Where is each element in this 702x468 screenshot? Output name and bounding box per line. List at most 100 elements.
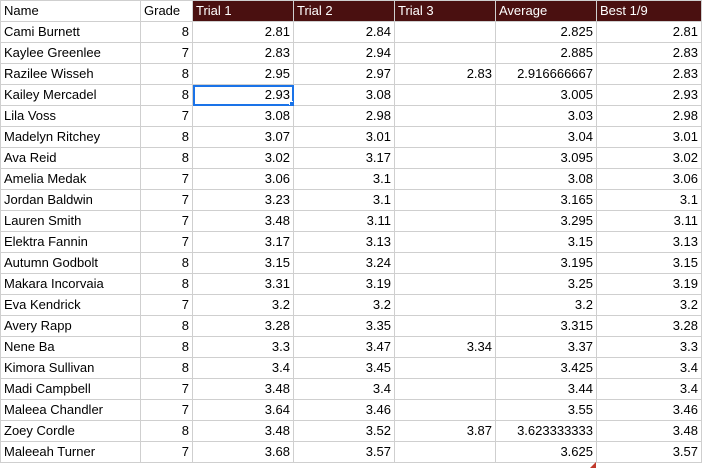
cell-trial-1[interactable]: 2.81 <box>192 21 294 43</box>
cell-trial-3[interactable] <box>394 105 496 127</box>
cell-trial-2[interactable]: 3.2 <box>293 294 395 316</box>
cell-grade[interactable]: 7 <box>140 399 193 421</box>
cell-grade[interactable]: 8 <box>140 147 193 169</box>
header-average[interactable]: Average <box>495 0 597 22</box>
cell-best[interactable]: 3.28 <box>596 315 702 337</box>
cell-name[interactable]: Cami Burnett <box>0 21 141 43</box>
cell-grade[interactable]: 8 <box>140 126 193 148</box>
cell-best[interactable]: 3.57 <box>596 441 702 463</box>
cell-trial-1[interactable]: 2.95 <box>192 63 294 85</box>
cell-trial-3[interactable] <box>394 399 496 421</box>
cell-trial-1[interactable]: 3.08 <box>192 105 294 127</box>
cell-best[interactable]: 2.83 <box>596 63 702 85</box>
cell-average[interactable]: 3.095 <box>495 147 597 169</box>
cell-average[interactable]: 3.08 <box>495 168 597 190</box>
cell-trial-1[interactable]: 3.48 <box>192 378 294 400</box>
cell-best[interactable]: 3.06 <box>596 168 702 190</box>
cell-grade[interactable]: 8 <box>140 252 193 274</box>
cell-trial-1[interactable]: 3.07 <box>192 126 294 148</box>
cell-trial-3[interactable] <box>394 21 496 43</box>
cell-name[interactable]: Eva Kendrick <box>0 294 141 316</box>
cell-trial-2[interactable]: 2.94 <box>293 42 395 64</box>
header-grade[interactable]: Grade <box>140 0 193 22</box>
cell-best[interactable]: 2.93 <box>596 84 702 106</box>
cell-grade[interactable]: 8 <box>140 336 193 358</box>
cell-trial-3[interactable] <box>394 441 496 463</box>
cell-name[interactable]: Jordan Baldwin <box>0 189 141 211</box>
cell-average[interactable]: 3.005 <box>495 84 597 106</box>
cell-name[interactable]: Maleeah Turner <box>0 441 141 463</box>
cell-average[interactable]: 3.04 <box>495 126 597 148</box>
cell-trial-1[interactable]: 3.28 <box>192 315 294 337</box>
cell-trial-3[interactable] <box>394 147 496 169</box>
cell-grade[interactable]: 7 <box>140 168 193 190</box>
cell-trial-1[interactable]: 3.48 <box>192 210 294 232</box>
cell-average[interactable]: 3.2 <box>495 294 597 316</box>
cell-trial-2[interactable]: 2.84 <box>293 21 395 43</box>
cell-trial-2[interactable]: 3.47 <box>293 336 395 358</box>
cell-average[interactable]: 3.44 <box>495 378 597 400</box>
cell-best[interactable]: 3.46 <box>596 399 702 421</box>
cell-trial-2[interactable]: 3.24 <box>293 252 395 274</box>
cell-grade[interactable]: 7 <box>140 441 193 463</box>
cell-name[interactable]: Lila Voss <box>0 105 141 127</box>
cell-trial-2[interactable]: 3.01 <box>293 126 395 148</box>
cell-average[interactable]: 3.625 <box>495 441 597 463</box>
cell-average[interactable]: 2.825 <box>495 21 597 43</box>
cell-grade[interactable]: 7 <box>140 42 193 64</box>
cell-trial-1[interactable]: 3.3 <box>192 336 294 358</box>
cell-name[interactable]: Madelyn Ritchey <box>0 126 141 148</box>
cell-best[interactable]: 2.83 <box>596 42 702 64</box>
cell-trial-3[interactable] <box>394 315 496 337</box>
cell-trial-2[interactable]: 3.1 <box>293 189 395 211</box>
cell-average[interactable]: 3.03 <box>495 105 597 127</box>
cell-trial-2[interactable]: 3.52 <box>293 420 395 442</box>
cell-average[interactable]: 2.885 <box>495 42 597 64</box>
cell-trial-3[interactable] <box>394 84 496 106</box>
cell-grade[interactable]: 7 <box>140 231 193 253</box>
cell-trial-1[interactable]: 3.48 <box>192 420 294 442</box>
cell-average[interactable]: 3.55 <box>495 399 597 421</box>
cell-best[interactable]: 3.01 <box>596 126 702 148</box>
header-name[interactable]: Name <box>0 0 141 22</box>
cell-best[interactable]: 2.81 <box>596 21 702 43</box>
cell-trial-2[interactable]: 3.08 <box>293 84 395 106</box>
cell-trial-3[interactable] <box>394 126 496 148</box>
cell-trial-1[interactable]: 2.83 <box>192 42 294 64</box>
cell-name[interactable]: Madi Campbell <box>0 378 141 400</box>
cell-best[interactable]: 3.2 <box>596 294 702 316</box>
header-trial-3[interactable]: Trial 3 <box>394 0 496 22</box>
fill-handle[interactable] <box>289 101 293 105</box>
cell-best[interactable]: 3.02 <box>596 147 702 169</box>
cell-trial-3[interactable] <box>394 42 496 64</box>
cell-name[interactable]: Ava Reid <box>0 147 141 169</box>
cell-grade[interactable]: 8 <box>140 63 193 85</box>
cell-name[interactable]: Kailey Mercadel <box>0 84 141 106</box>
cell-trial-3[interactable] <box>394 252 496 274</box>
cell-grade[interactable]: 8 <box>140 315 193 337</box>
cell-average[interactable]: 3.25 <box>495 273 597 295</box>
cell-trial-2[interactable]: 3.1 <box>293 168 395 190</box>
cell-trial-2[interactable]: 2.98 <box>293 105 395 127</box>
cell-trial-3[interactable]: 2.83 <box>394 63 496 85</box>
cell-best[interactable]: 3.1 <box>596 189 702 211</box>
cell-best[interactable]: 3.4 <box>596 357 702 379</box>
cell-best[interactable]: 3.48 <box>596 420 702 442</box>
cell-trial-1[interactable]: 3.06 <box>192 168 294 190</box>
cell-name[interactable]: Zoey Cordle <box>0 420 141 442</box>
cell-trial-2[interactable]: 3.46 <box>293 399 395 421</box>
cell-trial-3[interactable] <box>394 294 496 316</box>
cell-average[interactable]: 3.623333333 <box>495 420 597 442</box>
cell-average[interactable]: 3.425 <box>495 357 597 379</box>
cell-trial-3[interactable] <box>394 168 496 190</box>
cell-name[interactable]: Kimora Sullivan <box>0 357 141 379</box>
cell-trial-3[interactable] <box>394 189 496 211</box>
cell-trial-3[interactable] <box>394 231 496 253</box>
cell-trial-3[interactable] <box>394 273 496 295</box>
cell-grade[interactable]: 7 <box>140 294 193 316</box>
cell-grade[interactable]: 7 <box>140 210 193 232</box>
cell-trial-1[interactable]: 3.23 <box>192 189 294 211</box>
cell-average[interactable]: 3.37 <box>495 336 597 358</box>
cell-trial-3[interactable] <box>394 378 496 400</box>
cell-name[interactable]: Amelia Medak <box>0 168 141 190</box>
